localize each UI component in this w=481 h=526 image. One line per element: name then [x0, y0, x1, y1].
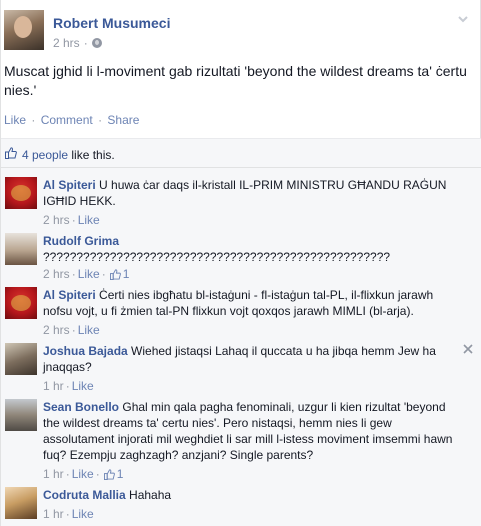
- share-link[interactable]: Share: [107, 113, 139, 127]
- commenter-avatar[interactable]: [5, 487, 37, 519]
- commenter-avatar[interactable]: [5, 233, 37, 265]
- globe-icon[interactable]: [91, 38, 102, 48]
- comment-time[interactable]: 2 hrs: [43, 322, 70, 338]
- chevron-down-icon[interactable]: [456, 12, 470, 26]
- commenter-name[interactable]: Al Spiteri: [43, 178, 96, 192]
- comment-like-link[interactable]: Like: [78, 322, 100, 338]
- comment-body: Sean Bonello Ghal min qala pagha fenomin…: [43, 399, 463, 482]
- comment-time[interactable]: 1 hr: [43, 506, 64, 522]
- comment-text: U huwa ċar daqs il-kristall IL-PRIM MINI…: [43, 178, 447, 208]
- comment-text: ????????????????????????????????????????…: [43, 250, 391, 264]
- comment-meta: 2 hrs · Like · 1: [43, 266, 463, 282]
- comment-body: Al Spiteri Ċerti nies ibgħatu bl-istaġun…: [43, 287, 463, 338]
- comment-body: Rudolf Grima ???????????????????????????…: [43, 233, 463, 282]
- comment-like-link[interactable]: Like: [72, 466, 94, 482]
- comment-link[interactable]: Comment: [41, 113, 93, 127]
- close-icon[interactable]: [463, 344, 473, 354]
- comments-list: Al Spiteri U huwa ċar daqs il-kristall I…: [1, 168, 481, 526]
- like-link[interactable]: Like: [4, 113, 26, 127]
- thumbs-up-icon: [5, 147, 17, 159]
- author-avatar[interactable]: [4, 10, 44, 50]
- meta-separator: ·: [71, 267, 76, 281]
- likes-summary: 4 people like this.: [22, 148, 115, 162]
- meta-separator: ·: [101, 267, 106, 281]
- comment-time[interactable]: 2 hrs: [43, 212, 70, 228]
- comment-time[interactable]: 1 hr: [43, 378, 64, 394]
- comment-meta: 1 hr · Like: [43, 378, 463, 394]
- post-text: Muscat jghid li l-moviment gab rizultati…: [4, 63, 467, 98]
- commenter-avatar[interactable]: [5, 399, 37, 431]
- comment-time[interactable]: 1 hr: [43, 466, 64, 482]
- comment-like-link[interactable]: Like: [78, 266, 100, 282]
- likes-people-link[interactable]: 4 people: [22, 148, 68, 162]
- comment-like-link[interactable]: Like: [78, 212, 100, 228]
- meta-separator: ·: [71, 323, 76, 337]
- comment-like-link[interactable]: Like: [72, 378, 94, 394]
- commenter-avatar[interactable]: [5, 343, 37, 375]
- comment-like-count[interactable]: 1: [123, 266, 130, 282]
- post-meta: 2 hrs ·: [53, 36, 102, 50]
- post-actions: Like · Comment · Share: [4, 113, 139, 127]
- meta-separator: ·: [65, 379, 70, 393]
- commenter-name[interactable]: Al Spiteri: [43, 288, 96, 302]
- meta-separator: ·: [65, 467, 70, 481]
- meta-separator: ·: [71, 213, 76, 227]
- author-name[interactable]: Robert Musumeci: [53, 15, 170, 31]
- post-card: Robert Musumeci 2 hrs · Muscat jghid li …: [0, 0, 481, 526]
- meta-separator: ·: [83, 36, 88, 50]
- likes-bar: 4 people like this.: [1, 138, 481, 168]
- comment-text: Ċerti nies ibgħatu bl-istaġuni - fl-ista…: [43, 288, 434, 318]
- action-separator: ·: [31, 113, 36, 127]
- meta-separator: ·: [95, 467, 100, 481]
- meta-separator: ·: [65, 507, 70, 521]
- commenter-name[interactable]: Sean Bonello: [43, 400, 119, 414]
- commenter-name[interactable]: Codruta Mallia: [43, 488, 126, 502]
- commenter-name[interactable]: Rudolf Grima: [43, 234, 119, 248]
- comment-meta: 2 hrs · Like: [43, 212, 463, 228]
- comment-like-link[interactable]: Like: [72, 506, 94, 522]
- likes-suffix: like this.: [68, 148, 115, 162]
- comment-meta: 1 hr · Like · 1: [43, 466, 463, 482]
- comment-meta: 1 hr · Like: [43, 506, 463, 522]
- action-separator: ·: [98, 113, 103, 127]
- comment-body: Al Spiteri U huwa ċar daqs il-kristall I…: [43, 177, 463, 228]
- comment-meta: 2 hrs · Like: [43, 322, 463, 338]
- commenter-name[interactable]: Joshua Bajada: [43, 344, 128, 358]
- comment-text: Hahaha: [129, 488, 172, 502]
- comment-like-count[interactable]: 1: [117, 466, 124, 482]
- thumbs-up-icon: [103, 468, 115, 480]
- thumbs-up-icon: [109, 268, 121, 280]
- commenter-avatar[interactable]: [5, 177, 37, 209]
- commenter-avatar[interactable]: [5, 287, 37, 319]
- comment-body: Joshua Bajada Wiehed jistaqsi Lahaq il q…: [43, 343, 463, 394]
- comment-body: Codruta Mallia Hahaha 1 hr · Like: [43, 487, 463, 522]
- post-time[interactable]: 2 hrs: [53, 36, 80, 50]
- comment-time[interactable]: 2 hrs: [43, 266, 70, 282]
